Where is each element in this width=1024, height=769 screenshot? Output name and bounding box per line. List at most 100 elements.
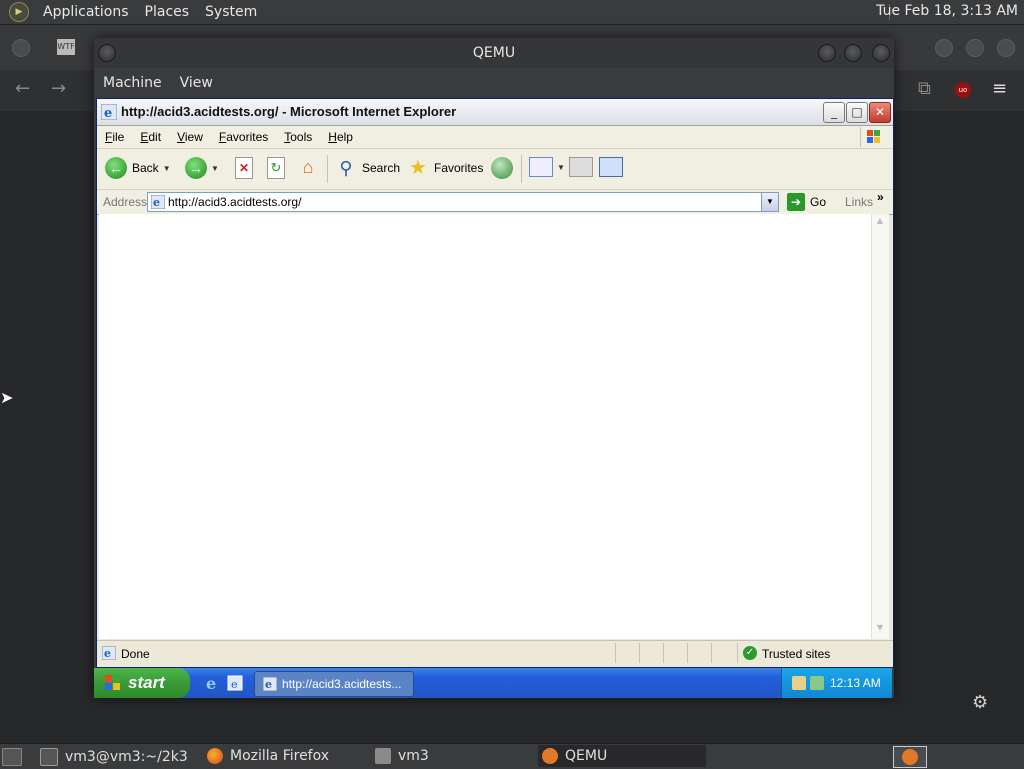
qemu-title: QEMU (472, 45, 516, 61)
qemu-minimize-button[interactable] (818, 44, 836, 62)
ie-menu-tools[interactable]: Tools (276, 130, 320, 144)
bg-close-icon (997, 39, 1015, 57)
ie-menu-favorites[interactable]: Favorites (211, 130, 276, 144)
top-panel: ▶ Applications Places System Tue Feb 18,… (0, 0, 1024, 25)
task-qemu-label: QEMU (565, 748, 608, 764)
taskbar-ie-button[interactable]: e http://acid3.acidtests... (254, 671, 414, 697)
mouse-cursor-icon: ➤ (0, 388, 14, 407)
vertical-scrollbar[interactable]: ▲ ▼ (871, 214, 889, 639)
bg-maximize-icon (966, 39, 984, 57)
terminal-icon (40, 748, 58, 766)
quicklaunch-show-desktop-icon[interactable]: e (226, 674, 244, 692)
refresh-icon: ↻ (267, 157, 285, 179)
qemu-titlebar[interactable]: QEMU (94, 38, 894, 68)
ie-maximize-button[interactable]: □ (846, 102, 868, 123)
start-button[interactable]: start (94, 668, 190, 698)
links-chevron-icon[interactable]: » (877, 190, 884, 204)
ie-menubar: File Edit View Favorites Tools Help (97, 126, 893, 149)
svg-text:e: e (231, 678, 238, 691)
task-terminal[interactable]: vm3@vm3:~/2k3 (40, 748, 188, 766)
quicklaunch-ie-icon[interactable]: e (204, 674, 222, 692)
tray-network-icon[interactable] (810, 676, 824, 690)
firefox-icon (207, 748, 223, 764)
system-tray: 12:13 AM (781, 668, 892, 698)
svg-text:e: e (206, 674, 216, 692)
ie-menu-edit[interactable]: Edit (132, 130, 169, 144)
windows-start-flag-icon (105, 675, 120, 690)
edit-button[interactable] (599, 157, 623, 177)
forward-dropdown-icon[interactable]: ▼ (211, 164, 219, 173)
qemu-maximize-button[interactable] (844, 44, 862, 62)
bg-window-icon (12, 39, 30, 57)
toolbar-separator (327, 155, 328, 183)
ie-window: e http://acid3.acidtests.org/ - Microsof… (96, 98, 894, 668)
ie-menu-view[interactable]: View (169, 130, 211, 144)
scroll-up-icon[interactable]: ▲ (873, 216, 887, 230)
history-button[interactable] (491, 157, 513, 179)
bg-forward-icon: → (51, 78, 67, 99)
stop-button[interactable]: ✕ (235, 157, 253, 179)
task-firefox[interactable]: Mozilla Firefox (207, 748, 329, 764)
xp-clock[interactable]: 12:13 AM (830, 676, 881, 690)
address-box[interactable]: e ▼ (147, 192, 779, 212)
history-icon (491, 157, 513, 179)
back-button[interactable]: ← Back ▼ (105, 157, 171, 179)
status-bar: e Done ✓ Trusted sites (97, 640, 893, 666)
ie-menu-file[interactable]: File (97, 130, 132, 144)
windows-flag-icon (860, 127, 880, 147)
stop-icon: ✕ (235, 157, 253, 179)
go-button[interactable]: ➔ Go (787, 193, 826, 211)
back-arrow-icon: ← (105, 157, 127, 179)
distro-logo-icon[interactable]: ▶ (9, 2, 29, 22)
task-files-label: vm3 (398, 748, 429, 764)
forward-button[interactable]: → ▼ (185, 157, 219, 179)
svg-text:e: e (104, 647, 111, 660)
status-page-icon: e (102, 646, 116, 660)
home-button[interactable]: ⌂ (297, 157, 319, 177)
status-divider (639, 643, 640, 663)
status-text: Done (121, 647, 150, 661)
gear-icon[interactable]: ⚙ (972, 692, 988, 713)
refresh-button[interactable]: ↻ (267, 157, 285, 179)
qemu-menu-machine[interactable]: Machine (94, 75, 171, 91)
ie-menu-help[interactable]: Help (320, 130, 361, 144)
mail-dropdown-icon[interactable]: ▼ (557, 163, 565, 172)
qemu-close-button[interactable] (872, 44, 890, 62)
ie-toolbar: ← Back ▼ → ▼ ✕ ↻ ⌂ ⚲ Search ★ Favorites … (97, 149, 893, 190)
tray-security-icon[interactable] (792, 676, 806, 690)
mail-button[interactable]: ▼ (529, 157, 565, 177)
guest-screen[interactable]: e http://acid3.acidtests.org/ - Microsof… (94, 98, 894, 698)
home-icon: ⌂ (302, 157, 314, 177)
links-button[interactable]: Links (845, 195, 873, 209)
qemu-menu-view[interactable]: View (171, 75, 222, 91)
workspace-switcher[interactable] (893, 746, 927, 768)
go-arrow-icon: ➔ (787, 193, 805, 211)
ie-titlebar[interactable]: e http://acid3.acidtests.org/ - Microsof… (97, 99, 893, 126)
taskbar-ie-icon: e (263, 677, 277, 691)
search-label: Search (362, 161, 401, 175)
qemu-window-menu-icon[interactable] (98, 44, 116, 62)
show-desktop-icon[interactable] (2, 748, 22, 766)
menu-system[interactable]: System (197, 4, 265, 20)
menu-places[interactable]: Places (137, 4, 198, 20)
search-button[interactable]: ⚲ Search (335, 157, 400, 179)
print-button[interactable] (569, 157, 593, 177)
status-divider (615, 643, 616, 663)
security-zone-label[interactable]: Trusted sites (762, 647, 830, 661)
status-divider (737, 643, 738, 663)
task-firefox-label: Mozilla Firefox (230, 748, 330, 764)
task-files[interactable]: vm3 (375, 748, 429, 764)
toolbar-separator (521, 155, 522, 183)
back-dropdown-icon[interactable]: ▼ (163, 164, 171, 173)
task-qemu-content[interactable]: QEMU (542, 748, 607, 764)
search-icon: ⚲ (339, 158, 353, 178)
favorites-button[interactable]: ★ Favorites (407, 157, 483, 179)
ie-close-button[interactable]: ✕ (869, 102, 891, 123)
address-dropdown-icon[interactable]: ▼ (761, 193, 778, 211)
menu-applications[interactable]: Applications (35, 4, 137, 20)
page-content[interactable] (99, 214, 871, 639)
scroll-down-icon[interactable]: ▼ (873, 623, 887, 637)
address-input[interactable] (168, 194, 758, 210)
panel-clock[interactable]: Tue Feb 18, 3:13 AM (876, 3, 1018, 19)
ie-minimize-button[interactable]: _ (823, 102, 845, 123)
